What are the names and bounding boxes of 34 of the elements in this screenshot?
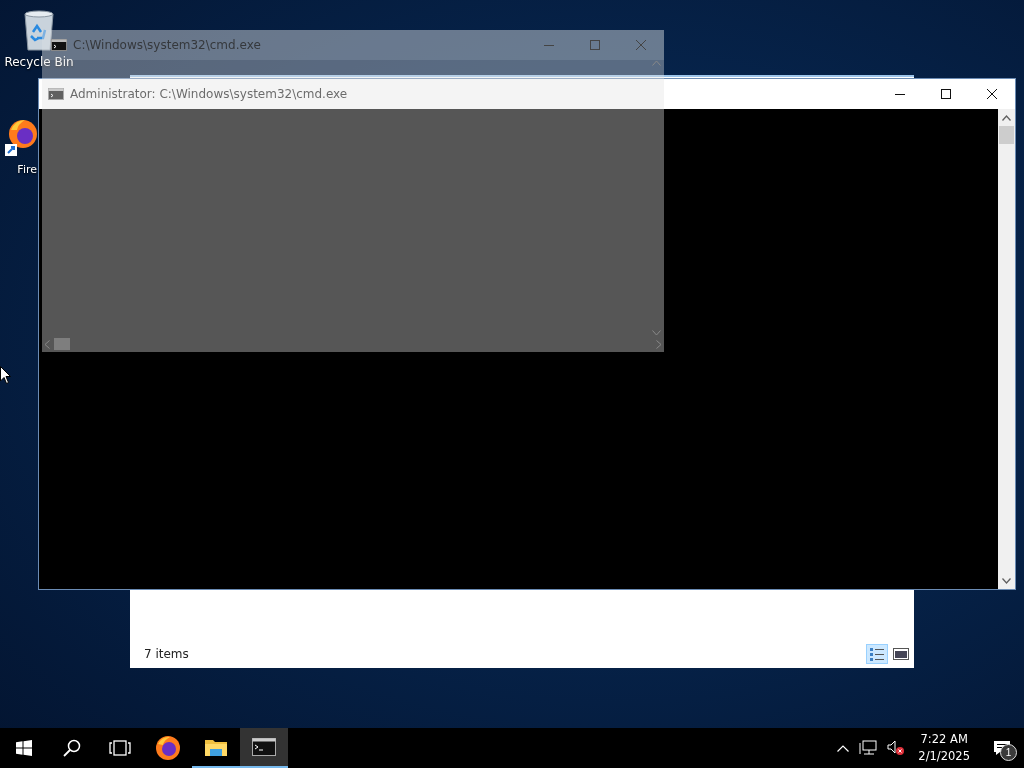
details-list-icon <box>869 647 885 661</box>
close-icon <box>987 89 997 99</box>
scrollbar-thumb[interactable] <box>54 338 70 350</box>
clock[interactable]: 7:22 AM 2/1/2025 <box>912 731 976 765</box>
network-monitor-icon <box>859 740 878 756</box>
search-icon <box>63 739 81 757</box>
clock-date: 2/1/2025 <box>918 748 970 765</box>
windows-logo-icon <box>16 740 32 756</box>
icon-label: Recycle Bin <box>4 55 74 69</box>
console-app-icon <box>48 88 64 100</box>
caret-up-icon <box>837 744 850 752</box>
notification-count-badge: 1 <box>1000 744 1017 761</box>
clock-time: 7:22 AM <box>920 731 968 748</box>
window-title: C:\Windows\system32\cmd.exe <box>73 38 262 52</box>
maximize-icon <box>590 40 600 50</box>
task-view-icon <box>109 740 131 756</box>
console-app-icon <box>252 738 276 756</box>
scroll-down-icon[interactable] <box>1002 577 1011 584</box>
scrollbar-thumb[interactable] <box>999 126 1014 144</box>
window-title: Administrator: C:\Windows\system32\cmd.exe <box>70 87 349 101</box>
status-text: 7 items <box>144 647 189 661</box>
icon-label: Fire <box>17 163 37 176</box>
close-icon <box>636 40 646 50</box>
action-center-button[interactable]: 1 <box>980 728 1024 768</box>
taskbar-app-button[interactable] <box>240 728 288 768</box>
folder-icon <box>204 737 228 757</box>
console-app-icon <box>51 39 67 51</box>
maximize-icon <box>941 89 951 99</box>
speaker-muted-icon <box>887 740 906 756</box>
scroll-up-icon[interactable] <box>1002 114 1011 121</box>
large-icons-icon <box>893 648 909 660</box>
mouse-pointer-icon <box>0 366 12 385</box>
details-view-button[interactable] <box>866 644 888 664</box>
firefox-icon <box>154 734 182 762</box>
